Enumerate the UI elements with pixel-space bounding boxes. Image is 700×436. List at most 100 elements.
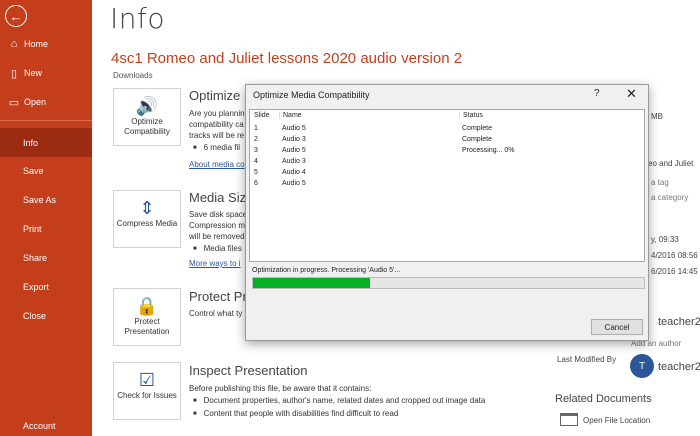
document-path[interactable]: Downloads [113, 71, 153, 80]
slide-cell: 1 [254, 125, 258, 132]
column-header-status[interactable]: Status [459, 112, 483, 119]
progress-bar [252, 277, 645, 289]
table-row: 5 Audio 4 [250, 169, 644, 180]
status-cell: Complete [462, 136, 492, 143]
property-tags[interactable]: a tag [651, 178, 669, 187]
optimize-media-dialog: Optimize Media Compatibility ? ✕ Slide N… [245, 84, 649, 341]
table-row: 1 Audio 5 Complete [250, 125, 644, 136]
inspect-text: Before publishing this file, be aware th… [189, 384, 372, 393]
compress-text: Save disk space [189, 210, 248, 219]
progress-status-text: Optimization in progress. Processing 'Au… [252, 267, 401, 274]
close-icon[interactable]: ✕ [626, 86, 637, 102]
tile-label: Check for Issues [117, 391, 177, 400]
name-cell: Audio 3 [282, 136, 306, 143]
check-for-issues-button[interactable]: ☑ Check for Issues [113, 362, 181, 420]
sidebar-item-label: Open [24, 97, 47, 107]
name-cell: Audio 5 [282, 125, 306, 132]
sidebar-item-save[interactable]: Save [0, 157, 92, 185]
sidebar-item-open[interactable]: ▭ Open [0, 88, 92, 116]
name-cell: Audio 5 [282, 147, 306, 154]
optimize-text: compatibility ca [189, 120, 244, 129]
back-arrow-icon[interactable]: ← [5, 5, 27, 27]
compress-bullet: Media files [193, 244, 242, 253]
property-title[interactable]: eo and Juliet [648, 159, 693, 168]
cancel-button[interactable]: Cancel [591, 319, 643, 335]
lock-icon: 🔒 [135, 296, 159, 316]
name-cell: Audio 4 [282, 169, 306, 176]
status-cell: Processing... 0% [462, 147, 515, 154]
speaker-media-icon: 🔊 [135, 96, 159, 116]
page-title: Info [110, 2, 165, 35]
sidebar-item-label: Save As [23, 195, 57, 205]
last-modified-name: teacher2 [658, 361, 700, 373]
sidebar-item-export[interactable]: Export [0, 273, 92, 301]
open-file-location-link[interactable]: Open File Location [583, 416, 650, 425]
media-list[interactable]: Slide Name Status 1 Audio 5 Complete 2 A… [249, 109, 645, 262]
slide-cell: 4 [254, 158, 258, 165]
name-cell: Audio 5 [282, 180, 306, 187]
checklist-icon: ☑ [138, 370, 156, 390]
sidebar-divider [0, 120, 92, 121]
sidebar-item-label: Share [23, 253, 48, 263]
sidebar-item-share[interactable]: Share [0, 244, 92, 272]
backstage-sidebar: ← ⌂ Home ▯ New ▭ Open Info Save Save As … [0, 0, 92, 436]
compress-text: Compression m [189, 221, 246, 230]
sidebar-item-label: Print [23, 224, 42, 234]
inspect-bullet: Document properties, author's name, rela… [193, 396, 486, 405]
help-icon[interactable]: ? [594, 88, 600, 99]
compress-media-button[interactable]: ⇕ Compress Media [113, 190, 181, 248]
column-header-name[interactable]: Name [279, 112, 302, 119]
protect-section-title: Protect Pr [189, 289, 247, 304]
optimize-compatibility-button[interactable]: 🔊 Optimize Compatibility [113, 88, 181, 146]
table-row: 6 Audio 5 [250, 180, 644, 191]
sidebar-item-home[interactable]: ⌂ Home [0, 30, 92, 58]
sidebar-item-label: Info [23, 137, 39, 148]
author-name: teacher2 [658, 316, 700, 328]
optimize-text: Are you plannin [189, 109, 245, 118]
protect-presentation-button[interactable]: 🔒 Protect Presentation [113, 288, 181, 346]
protect-text: Control what ty [189, 309, 243, 318]
sidebar-item-label: Account [23, 421, 56, 431]
status-cell: Complete [462, 125, 492, 132]
inspect-bullet: Content that people with disabilities fi… [193, 409, 399, 418]
property-categories[interactable]: a category [651, 193, 688, 202]
last-modified-by-label: Last Modified By [557, 355, 617, 364]
more-ways-link[interactable]: More ways to i [189, 259, 241, 268]
sidebar-item-label: Close [23, 311, 47, 321]
sidebar-item-save-as[interactable]: Save As [0, 186, 92, 214]
slide-cell: 6 [254, 180, 258, 187]
sidebar-item-print[interactable]: Print [0, 215, 92, 243]
about-media-link[interactable]: About media co [189, 160, 245, 169]
optimize-text: tracks will be re [189, 131, 245, 140]
column-header-slide[interactable]: Slide [254, 112, 270, 119]
tile-label: Protect Presentation [124, 317, 170, 336]
slide-cell: 2 [254, 136, 258, 143]
progress-fill [253, 278, 371, 288]
optimize-bullet: 6 media fil [193, 143, 240, 152]
slide-cell: 5 [254, 169, 258, 176]
table-row: 4 Audio 3 [250, 158, 644, 169]
property-size: MB [651, 112, 663, 121]
avatar: T [630, 354, 654, 378]
property-last-printed: 6/2016 14:45 [651, 267, 698, 276]
table-row: 2 Audio 3 Complete [250, 136, 644, 147]
compress-icon: ⇕ [139, 198, 155, 218]
sidebar-item-info[interactable]: Info [0, 128, 92, 157]
name-cell: Audio 3 [282, 158, 306, 165]
table-row: 3 Audio 5 Processing... 0% [250, 147, 644, 158]
document-title: 4sc1 Romeo and Juliet lessons 2020 audio… [111, 50, 463, 67]
folder-icon [560, 413, 578, 426]
property-last-modified: y, 09:33 [651, 235, 679, 244]
compress-text: will be removed [189, 232, 245, 241]
optimize-section-title: Optimize [189, 88, 241, 103]
slide-cell: 3 [254, 147, 258, 154]
sidebar-item-new[interactable]: ▯ New [0, 59, 92, 87]
folder-open-icon: ▭ [8, 96, 20, 109]
sidebar-item-label: Home [24, 39, 49, 49]
media-size-section-title: Media Size [189, 190, 254, 205]
tile-label: Compress Media [116, 219, 178, 228]
sidebar-item-account[interactable]: Account [0, 412, 92, 436]
sidebar-item-close[interactable]: Close [0, 302, 92, 330]
related-documents-title: Related Documents [555, 393, 652, 405]
new-document-icon: ▯ [10, 67, 18, 80]
